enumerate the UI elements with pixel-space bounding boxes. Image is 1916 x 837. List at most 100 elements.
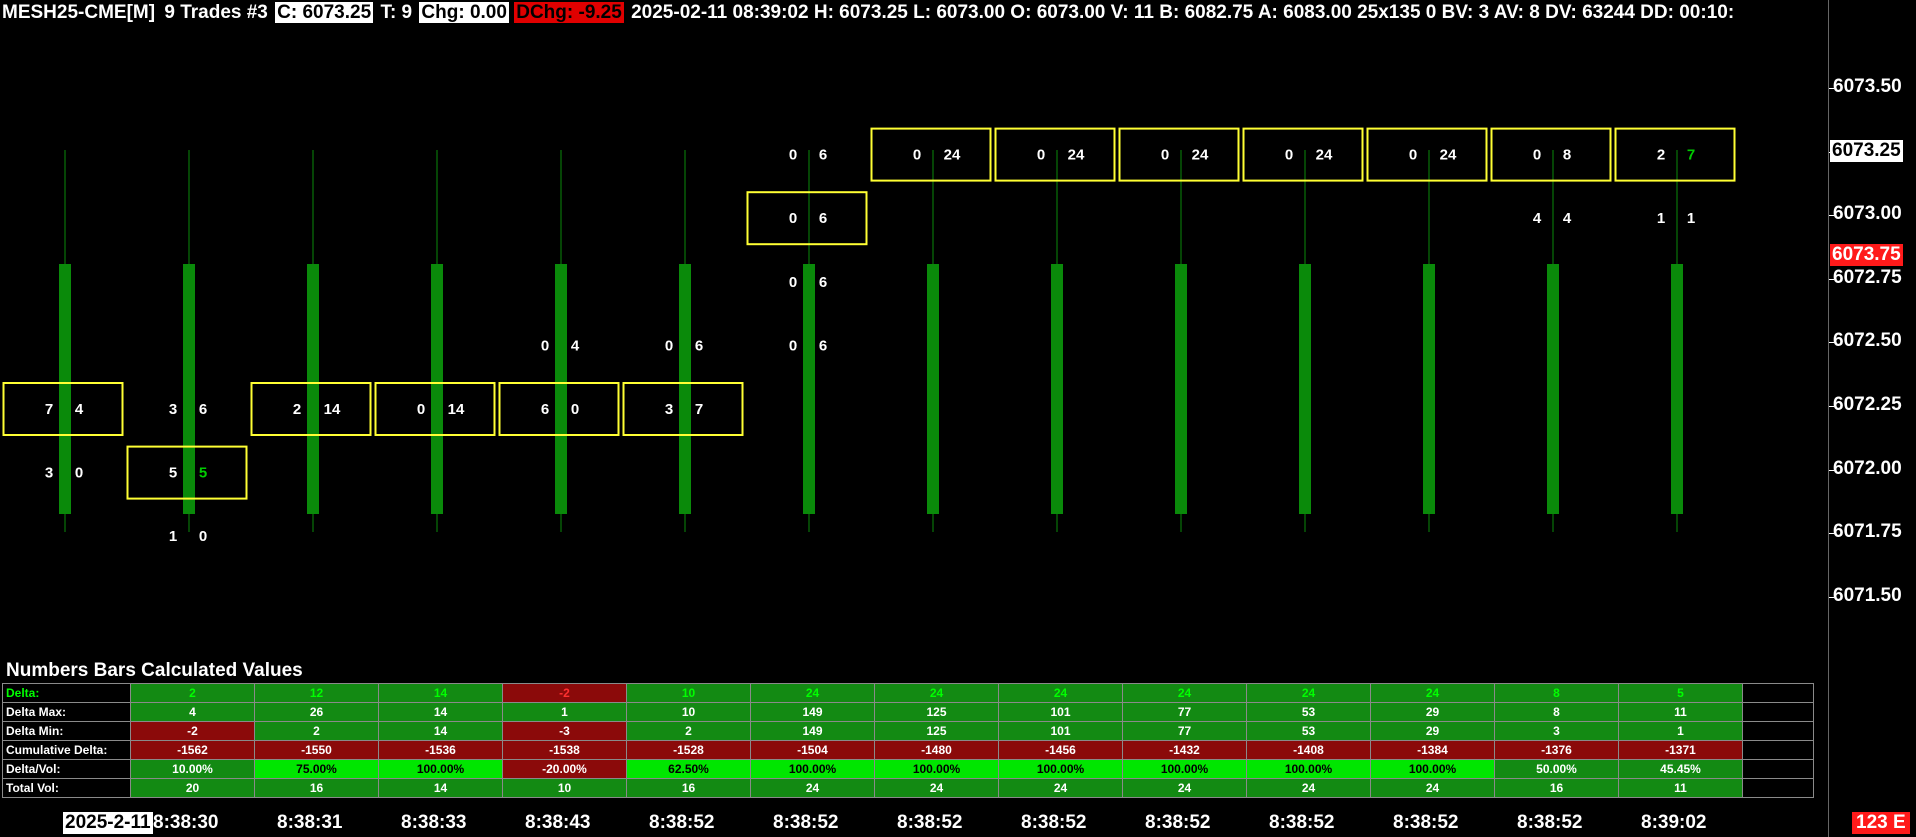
bid-volume: 0 [1533, 147, 1541, 164]
time-label: 8:38:30 [153, 812, 219, 833]
bar-body [1547, 264, 1559, 514]
numbers-bar[interactable]: 0 14 [374, 150, 496, 532]
ask-volume: 0 [199, 528, 207, 545]
table-cell: -2 [502, 683, 627, 703]
poc-box [994, 127, 1116, 182]
table-cell: 53 [1246, 721, 1371, 741]
bar-body [307, 264, 319, 514]
bar-body [431, 264, 443, 514]
table-cell: -3 [502, 721, 627, 741]
bid-volume: 3 [45, 465, 53, 482]
bar-body [1423, 264, 1435, 514]
numbers-bar[interactable]: 0 24 [1118, 127, 1240, 532]
table-cell: 100.00% [378, 759, 503, 779]
ask-volume: 7 [695, 401, 703, 418]
bid-volume: 0 [789, 210, 797, 227]
bid-volume: 3 [665, 401, 673, 418]
numbers-bar[interactable]: 0 24 [870, 127, 992, 532]
numbers-bar[interactable]: 0 24 [994, 127, 1116, 532]
numbers-bar[interactable]: 0 8 4 4 [1490, 127, 1612, 532]
numbers-bar[interactable]: 0 24 [1366, 127, 1488, 532]
price-label: 6072.00 [1833, 457, 1902, 479]
table-row: Cumulative Delta: -1562 -1550 -1536 -1538 -15… [2, 740, 1814, 760]
bid-volume: 3 [169, 401, 177, 418]
last-trade-price-label: 6073.75 [1830, 243, 1903, 266]
bid-volume: 5 [169, 465, 177, 482]
numbers-bar[interactable]: 2 7 1 1 [1614, 127, 1736, 532]
table-cell: 100.00% [1370, 759, 1495, 779]
table-cell: 101 [998, 721, 1123, 741]
ask-volume: 24 [944, 147, 961, 164]
table-cell: -1562 [130, 740, 255, 760]
table-cell: -1528 [626, 740, 751, 760]
table-cell: 45.45% [1618, 759, 1743, 779]
numbers-bar[interactable]: 3 6 5 5 1 0 [126, 150, 248, 545]
time-label: 8:38:52 [1021, 812, 1087, 833]
bid-volume: 7 [45, 401, 53, 418]
ask-volume: 4 [75, 401, 84, 418]
bid-volume: 1 [1657, 210, 1665, 227]
ask-volume: 7 [1687, 147, 1695, 164]
table-cell: 125 [874, 702, 999, 722]
table-cell: 10 [626, 683, 751, 703]
ask-volume: 24 [1192, 147, 1209, 164]
table-cell: 1 [502, 702, 627, 722]
chart-area[interactable]: MESH25-CME[M] 9 Trades #3 C: 6073.25 T: … [0, 0, 1829, 837]
price-label: 6072.75 [1833, 266, 1902, 288]
numbers-bar[interactable]: 7 4 3 0 [2, 150, 124, 532]
bid-volume: 0 [1285, 147, 1293, 164]
date-label: 2025-2-11 [63, 812, 153, 834]
bar-body [679, 264, 691, 514]
table-cell: -1536 [378, 740, 503, 760]
numbers-bar[interactable]: 0 4 6 0 [498, 150, 620, 532]
bid-volume: 4 [1533, 210, 1542, 227]
time-axis[interactable]: 2025-2-11 8:38:30 8:38:31 8:38:33 8:38:43 8:3… [0, 810, 1828, 837]
table-cell: 16 [1494, 778, 1619, 798]
table-row: Delta Max: 4 26 14 1 10 149 125 101 77 53 29 8 11 [2, 702, 1814, 722]
table-cell: 149 [750, 702, 875, 722]
price-label: 6072.50 [1833, 330, 1902, 352]
numbers-bar[interactable]: 2 14 [250, 150, 372, 532]
table-cell: 24 [874, 683, 999, 703]
table-cell: -1456 [998, 740, 1123, 760]
table-cell: -1432 [1122, 740, 1247, 760]
time-label: 8:38:52 [1145, 812, 1211, 833]
numbers-bar[interactable]: 0 6 3 7 [622, 150, 744, 532]
bar-body [59, 264, 71, 514]
table-cell: 14 [378, 721, 503, 741]
table-cell: -1371 [1618, 740, 1743, 760]
poc-box [1366, 127, 1488, 182]
ask-volume: 1 [1687, 210, 1695, 227]
table-cell: -1550 [254, 740, 379, 760]
price-label: 6072.25 [1833, 394, 1902, 415]
table-cell: 14 [378, 778, 503, 798]
table-cell: 24 [750, 683, 875, 703]
table-cell: 149 [750, 721, 875, 741]
time-label: 8:38:31 [277, 812, 343, 833]
table-row: Delta: 2 12 14 -2 10 24 24 24 24 24 24 8 5 [2, 683, 1814, 703]
bid-volume: 0 [1037, 147, 1045, 164]
table-cell: -1480 [874, 740, 999, 760]
table-cell: -2 [130, 721, 255, 741]
table-cell: 24 [1370, 683, 1495, 703]
table-cell: -20.00% [502, 759, 627, 779]
bid-volume: 0 [665, 337, 673, 354]
price-label: 6071.50 [1833, 584, 1902, 606]
poc-box [1242, 127, 1364, 182]
table-cell: 11 [1618, 702, 1743, 722]
numbers-bar[interactable]: 0 24 [1242, 127, 1364, 532]
bid-volume: 0 [541, 337, 549, 354]
bid-volume: 0 [789, 147, 797, 164]
price-label: 6073.50 [1833, 76, 1902, 97]
bid-volume: 2 [293, 401, 301, 418]
numbers-bar[interactable]: 0 6 0 6 0 6 0 6 [746, 147, 868, 532]
bid-volume: 0 [1409, 147, 1417, 164]
numbers-bars-chart[interactable]: 7 43 03 65 51 02 14 0 140 46 00 63 70 60 60 60 60 24 0 24 0 2… [0, 0, 1828, 660]
table-cell: 24 [1246, 683, 1371, 703]
table-cell: 24 [1370, 778, 1495, 798]
table-cell: 100.00% [750, 759, 875, 779]
price-axis[interactable]: 6073.50 6073.25 6073.00 6072.75 6072.50 6072.… [1829, 0, 1916, 837]
table-cell: 50.00% [1494, 759, 1619, 779]
bid-volume: 0 [789, 337, 797, 354]
poc-box [1614, 127, 1736, 182]
